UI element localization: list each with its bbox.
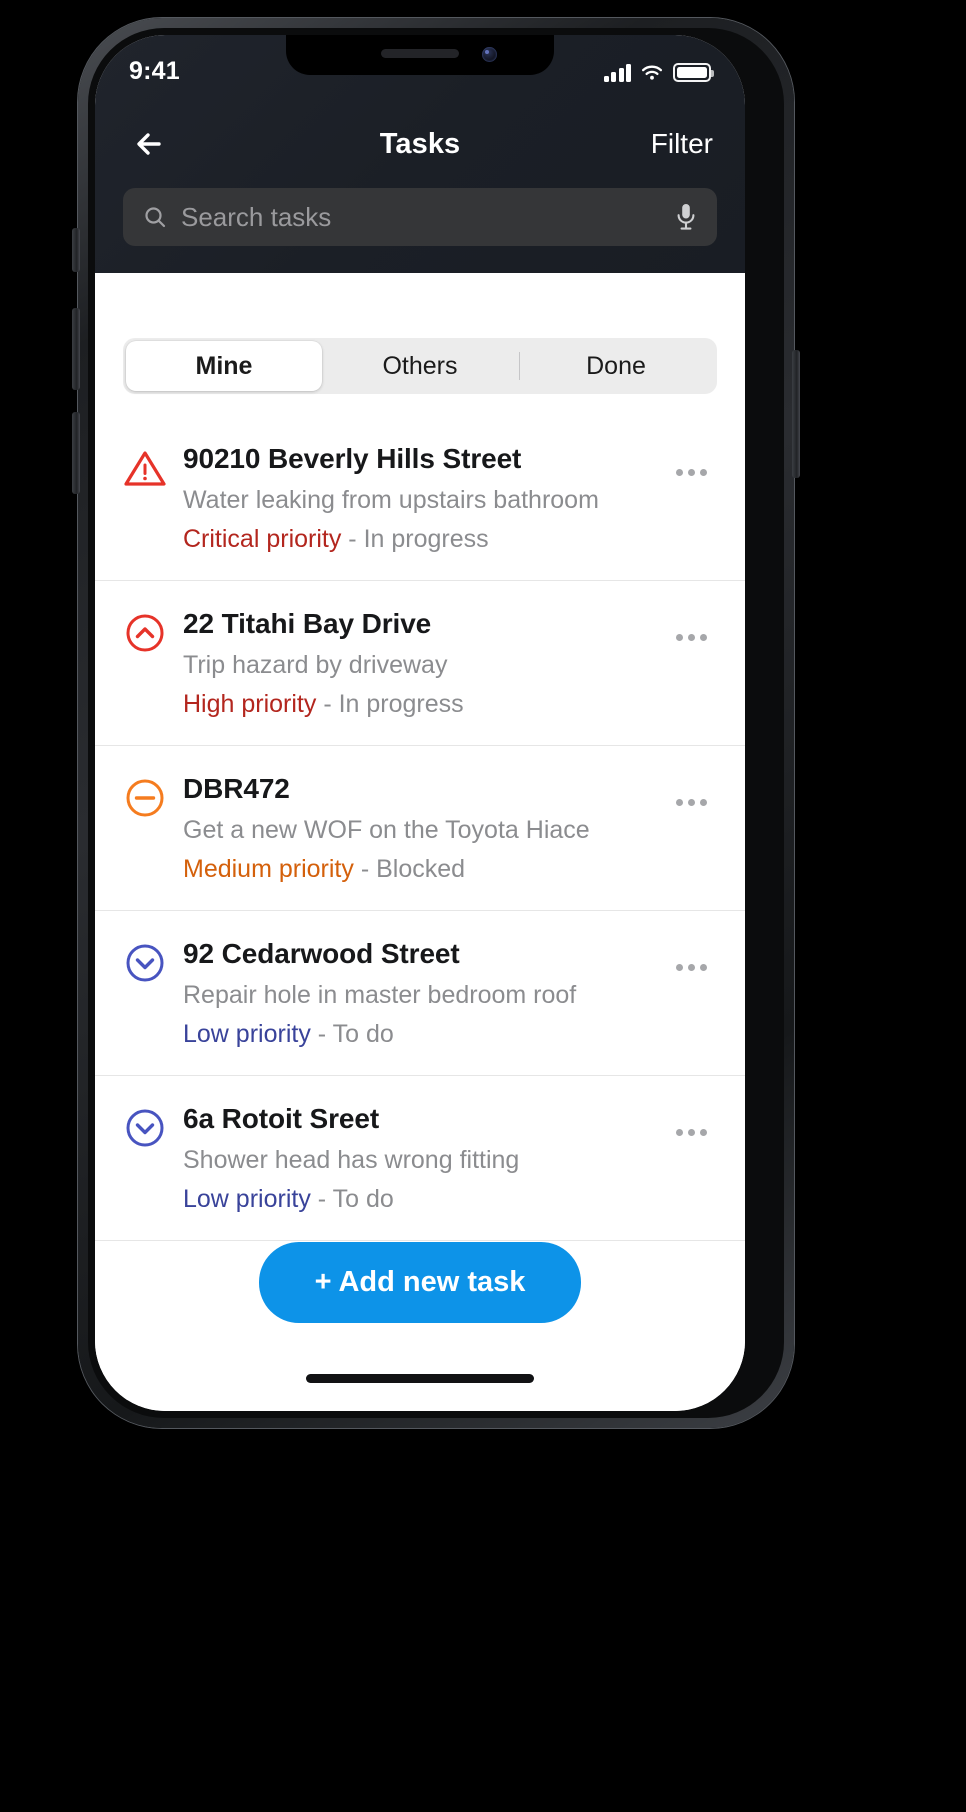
task-row[interactable]: 22 Titahi Bay Drive Trip hazard by drive… (95, 581, 745, 747)
search-bar[interactable] (123, 188, 717, 246)
task-content: 6a Rotoit Sreet Shower head has wrong fi… (183, 1102, 669, 1214)
task-description: Repair hole in master bedroom roof (183, 981, 577, 1010)
task-title: 92 Cedarwood Street (183, 938, 460, 970)
task-status: In progress (363, 525, 489, 554)
front-camera-icon (482, 47, 497, 62)
mute-switch[interactable] (72, 228, 80, 272)
tab-mine-label: Mine (195, 351, 253, 380)
more-options-icon[interactable] (669, 945, 713, 989)
task-list: 90210 Beverly Hills Street Water leaking… (95, 416, 745, 1242)
task-row[interactable]: 92 Cedarwood Street Repair hole in maste… (95, 911, 745, 1077)
add-new-task-button[interactable]: + Add new task (258, 1242, 582, 1323)
task-meta-separator: - (310, 1020, 333, 1049)
chevron-down-circle-icon (123, 1106, 167, 1150)
task-meta-separator: - (316, 690, 339, 719)
task-meta-separator: - (310, 1185, 333, 1214)
microphone-icon[interactable] (675, 202, 697, 232)
tab-divider (519, 352, 520, 380)
task-content: 90210 Beverly Hills Street Water leaking… (183, 442, 669, 554)
task-title: 6a Rotoit Sreet (183, 1103, 380, 1135)
chevron-down-circle-icon (123, 941, 167, 985)
phone-screen: 9:41 Tasks Filter Search tasks Mine Othe… (95, 35, 745, 1411)
page-title: Tasks (379, 127, 461, 160)
tab-mine[interactable]: Mine (126, 341, 322, 391)
chevron-up-circle-icon (123, 611, 167, 655)
task-meta: Critical priority - In progress (183, 524, 669, 554)
task-priority: Low priority (183, 1185, 311, 1214)
task-content: 92 Cedarwood Street Repair hole in maste… (183, 937, 669, 1049)
task-description: Trip hazard by driveway (183, 651, 448, 680)
status-icons (603, 62, 714, 82)
task-content: DBR472 Get a new WOF on the Toyota Hiace… (183, 772, 669, 884)
back-button[interactable] (127, 121, 173, 167)
tab-done-label: Done (586, 351, 646, 380)
search-input[interactable] (181, 201, 665, 233)
more-options-icon[interactable] (669, 615, 713, 659)
task-meta-separator: - (341, 525, 364, 554)
task-description: Get a new WOF on the Toyota Hiace (183, 816, 590, 845)
volume-down-button[interactable] (72, 412, 80, 494)
tab-done[interactable]: Done (518, 341, 714, 391)
device-notch (286, 35, 554, 75)
task-description: Water leaking from upstairs bathroom (183, 486, 599, 515)
task-title: 22 Titahi Bay Drive (183, 608, 432, 640)
task-status: In progress (338, 690, 464, 719)
tab-others-label: Others (382, 351, 458, 380)
task-priority: Low priority (183, 1020, 311, 1049)
app-header: 9:41 Tasks Filter Search tasks (95, 35, 745, 273)
add-task-container: + Add new task (95, 1242, 745, 1323)
volume-up-button[interactable] (72, 308, 80, 390)
earpiece-speaker (381, 49, 459, 58)
back-arrow-icon (137, 133, 161, 155)
task-status: To do (332, 1185, 394, 1214)
home-indicator[interactable] (306, 1374, 534, 1383)
task-content: 22 Titahi Bay Drive Trip hazard by drive… (183, 607, 669, 719)
screenshot-canvas: 9:41 Tasks Filter Search tasks Mine Othe… (0, 0, 966, 1812)
wifi-icon (640, 64, 664, 82)
task-meta: Medium priority - Blocked (183, 854, 669, 884)
task-meta-separator: - (353, 855, 377, 884)
battery-full-icon (673, 62, 714, 82)
task-meta: Low priority - To do (183, 1184, 669, 1214)
more-options-icon[interactable] (669, 450, 713, 494)
task-priority: Medium priority (183, 855, 354, 884)
task-title: 90210 Beverly Hills Street (183, 443, 522, 474)
tab-others[interactable]: Others (322, 341, 518, 391)
warning-triangle-icon (123, 446, 167, 490)
cellular-signal-icon (603, 63, 631, 82)
task-row[interactable]: 6a Rotoit Sreet Shower head has wrong fi… (95, 1076, 745, 1242)
task-row[interactable]: DBR472 Get a new WOF on the Toyota Hiace… (95, 746, 745, 912)
task-status: To do (332, 1020, 394, 1049)
task-row[interactable]: 90210 Beverly Hills Street Water leaking… (95, 416, 745, 582)
more-options-icon[interactable] (669, 1110, 713, 1154)
task-priority: High priority (183, 690, 317, 719)
power-button[interactable] (792, 350, 800, 478)
status-time: 9:41 (129, 56, 180, 85)
task-filter-tabs: Mine Others Done (123, 338, 717, 394)
search-icon (143, 205, 167, 229)
task-description: Shower head has wrong fitting (183, 1146, 520, 1175)
content-area: Mine Others Done 90210 Beverly Hills Str… (95, 273, 745, 1411)
task-meta: Low priority - To do (183, 1019, 669, 1049)
navigation-bar: Tasks Filter (95, 113, 745, 175)
task-status: Blocked (376, 855, 466, 884)
task-title: DBR472 (183, 773, 290, 805)
task-meta: High priority - In progress (183, 689, 669, 719)
filter-button[interactable]: Filter (651, 128, 713, 160)
minus-circle-icon (123, 776, 167, 820)
more-options-icon[interactable] (669, 780, 713, 824)
task-priority: Critical priority (183, 525, 342, 554)
